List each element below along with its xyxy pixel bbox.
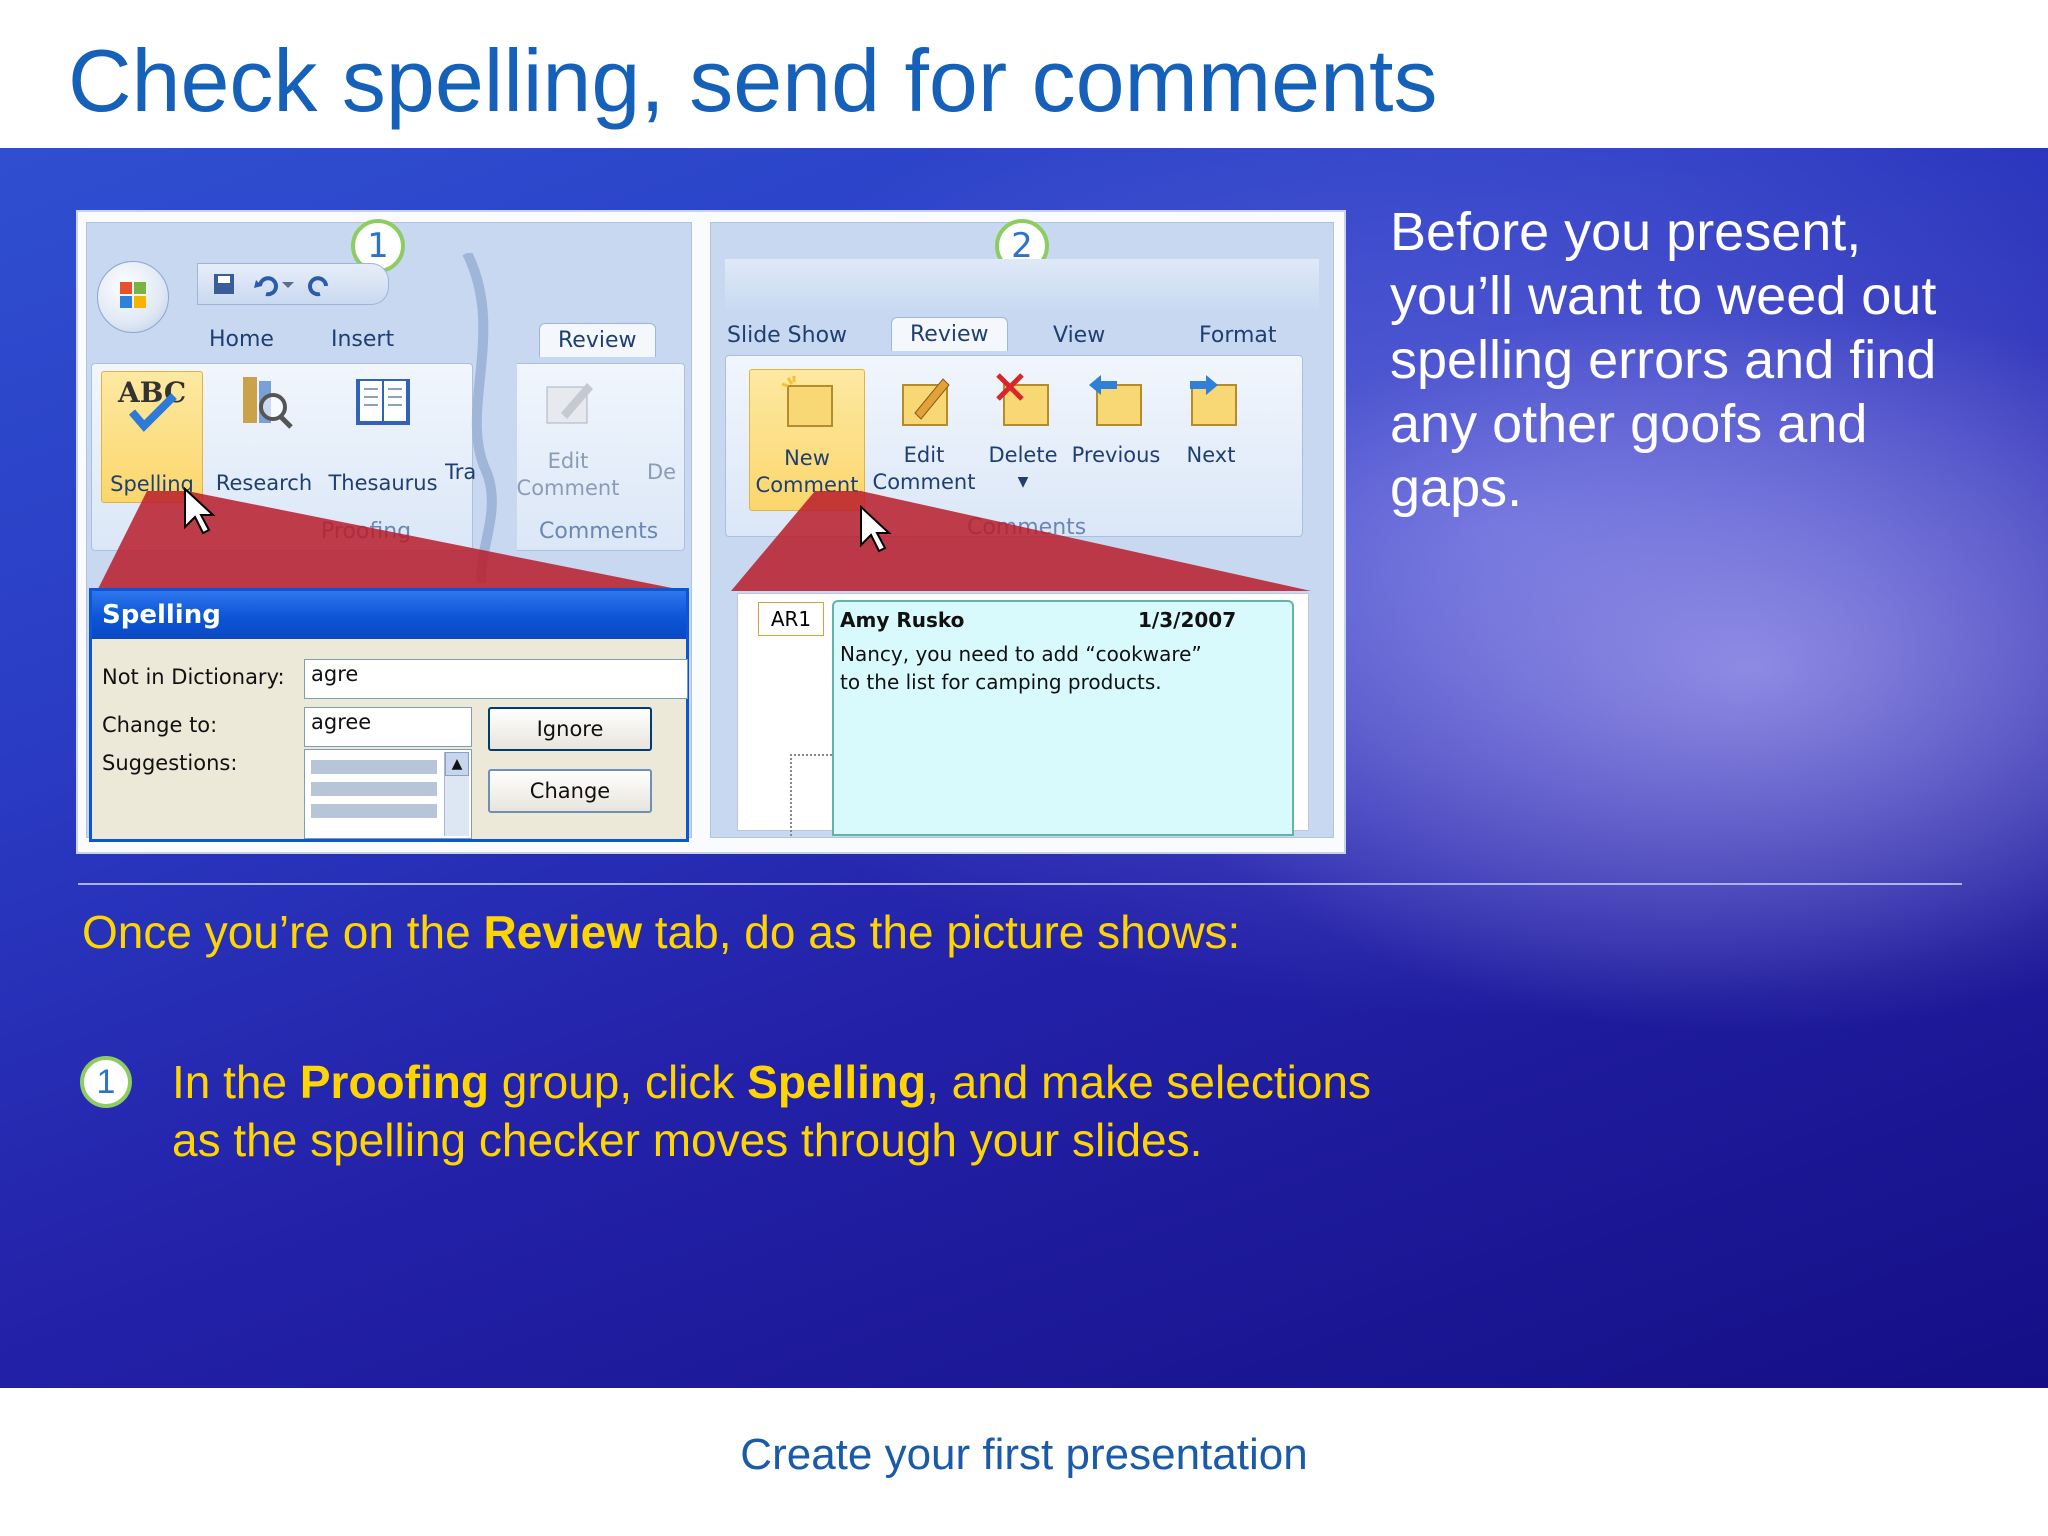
not-in-dictionary-label: Not in Dictionary: bbox=[102, 665, 285, 689]
ignore-button[interactable]: Ignore bbox=[488, 707, 652, 751]
intro-pre: Once you’re on the bbox=[82, 906, 484, 958]
comment-line-2: to the list for camping products. bbox=[840, 670, 1162, 694]
tab-review[interactable]: Review bbox=[891, 317, 1008, 351]
step-1-text: In the Proofing group, click Spelling, a… bbox=[172, 1053, 1432, 1169]
tab-view[interactable]: View bbox=[1053, 323, 1105, 348]
next-comment-icon bbox=[1190, 375, 1237, 426]
scroll-up-icon[interactable]: ▲ bbox=[445, 752, 469, 776]
intro-bold: Review bbox=[483, 906, 642, 958]
spelling-dialog: Spelling Not in Dictionary: agre Change … bbox=[89, 588, 689, 842]
change-button[interactable]: Change bbox=[488, 769, 652, 813]
previous-comment-icon bbox=[1089, 375, 1142, 426]
new-comment-icon bbox=[781, 376, 833, 427]
research-button[interactable]: Research bbox=[209, 371, 319, 501]
tab-format[interactable]: Format bbox=[1199, 323, 1277, 348]
spelling-abc-icon: ABC bbox=[117, 376, 186, 432]
step-1-spelling: Spelling bbox=[747, 1056, 927, 1108]
change-to-field[interactable]: agree bbox=[304, 707, 472, 747]
dialog-title: Spelling bbox=[92, 591, 686, 639]
not-in-dictionary-field[interactable]: agre bbox=[304, 659, 688, 699]
tab-slide-show[interactable]: Slide Show bbox=[727, 323, 847, 348]
suggestions-label: Suggestions: bbox=[102, 751, 238, 775]
screenshot-comments: 2 Slide Show Review View Format New Comm… bbox=[710, 219, 1334, 838]
previous-comment-button[interactable]: Previous bbox=[1067, 369, 1165, 509]
edit-comment-label-1: Edit bbox=[903, 443, 945, 467]
delete-comment-icon bbox=[996, 373, 1049, 426]
mouse-cursor-icon bbox=[184, 487, 216, 535]
screenshot-spelling: 1 Home Insert Review ABC Spelling Resear… bbox=[86, 219, 692, 842]
delete-comment-button[interactable]: Delete ▼ bbox=[981, 369, 1065, 509]
delete-button-partial[interactable]: De bbox=[647, 459, 677, 489]
spelling-button[interactable]: ABC Spelling bbox=[101, 371, 203, 503]
new-comment-button[interactable]: New Comment bbox=[749, 369, 865, 511]
intro-post: tab, do as the picture shows: bbox=[642, 906, 1241, 958]
divider bbox=[78, 883, 1962, 885]
tab-insert[interactable]: Insert bbox=[331, 327, 394, 352]
scrollbar[interactable]: ▲ bbox=[444, 752, 469, 836]
thesaurus-button[interactable]: Thesaurus bbox=[323, 371, 443, 501]
comment-line-1: Nancy, you need to add “cookware” bbox=[840, 642, 1202, 666]
new-comment-label-1: New bbox=[784, 446, 830, 470]
edit-comment-button[interactable]: Edit Comment bbox=[869, 369, 979, 509]
next-label: Next bbox=[1186, 443, 1236, 467]
comment-marker[interactable]: AR1 bbox=[758, 602, 824, 636]
step-1-number: 1 bbox=[80, 1056, 132, 1108]
thesaurus-icon bbox=[356, 379, 410, 425]
suggestions-list[interactable]: ▲ bbox=[304, 749, 472, 839]
comment-box[interactable]: Amy Rusko 1/3/2007 Nancy, you need to ad… bbox=[832, 600, 1294, 836]
delete-label: Delete bbox=[988, 443, 1058, 467]
tab-home[interactable]: Home bbox=[209, 327, 274, 352]
change-to-label: Change to: bbox=[102, 713, 218, 737]
edit-comment-label-1: Edit bbox=[547, 449, 589, 473]
step-1-c: group, click bbox=[488, 1056, 748, 1108]
footer: Create your first presentation bbox=[0, 1388, 2048, 1536]
research-icon bbox=[243, 377, 293, 429]
highlight-wedge bbox=[97, 491, 687, 591]
slide-title: Check spelling, send for comments bbox=[68, 31, 1438, 130]
edit-comment-icon bbox=[902, 378, 950, 426]
comment-date: 1/3/2007 bbox=[1138, 608, 1237, 632]
intro-text: Once you’re on the Review tab, do as the… bbox=[82, 903, 1282, 961]
svg-text:ABC: ABC bbox=[117, 376, 186, 409]
tab-review[interactable]: Review bbox=[539, 323, 656, 357]
edit-comment-icon bbox=[546, 383, 593, 424]
comment-author: Amy Rusko bbox=[840, 608, 965, 632]
slide-comment-area: AR1 Amy Rusko 1/3/2007 Nancy, you need t… bbox=[737, 593, 1309, 836]
title-bar: Check spelling, send for comments bbox=[0, 0, 2048, 148]
next-comment-button[interactable]: Next bbox=[1171, 369, 1251, 509]
side-description: Before you present, you’ll want to weed … bbox=[1390, 202, 1937, 518]
footer-text: Create your first presentation bbox=[740, 1430, 1308, 1479]
step-1-proofing: Proofing bbox=[299, 1056, 489, 1108]
screenshot-frame: 1 Home Insert Review ABC Spelling Resear… bbox=[76, 210, 1346, 854]
highlight-wedge bbox=[731, 491, 1311, 591]
previous-label: Previous bbox=[1071, 443, 1161, 467]
mouse-cursor-icon bbox=[860, 505, 892, 553]
slide-body: 1 Home Insert Review ABC Spelling Resear… bbox=[0, 148, 2048, 1388]
step-1-a: In the bbox=[172, 1056, 300, 1108]
